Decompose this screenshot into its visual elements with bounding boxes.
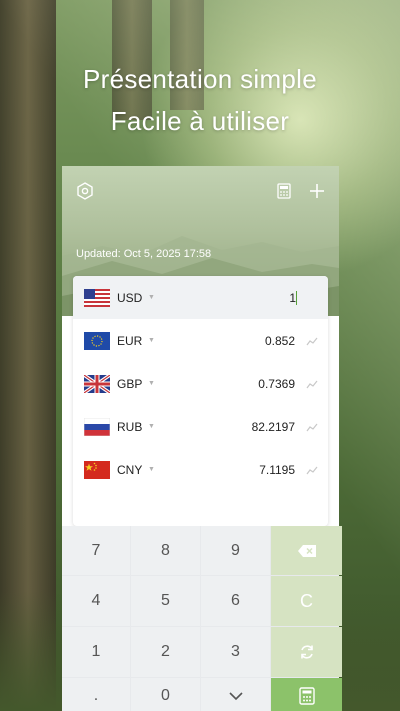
converted-value: 0.7369: [258, 376, 295, 391]
currency-row-eur[interactable]: EUR ▼ 0.852: [73, 319, 328, 362]
key-4[interactable]: 4: [62, 576, 130, 626]
key-7[interactable]: 7: [62, 526, 130, 575]
calculator-icon: [298, 687, 315, 705]
converted-value: 0.852: [264, 333, 295, 348]
ru-flag-icon: [84, 417, 110, 436]
us-flag-icon: [84, 288, 110, 307]
promo-line-2: Facile à utiliser: [110, 106, 290, 136]
dropdown-caret-icon[interactable]: ▼: [148, 466, 155, 473]
currency-code: CNY: [117, 462, 143, 477]
dropdown-caret-icon[interactable]: ▼: [148, 337, 155, 344]
clear-button[interactable]: C: [271, 576, 342, 626]
key-8[interactable]: 8: [131, 526, 200, 575]
trend-chart-icon[interactable]: [306, 336, 318, 346]
currency-row-usd[interactable]: USD ▼ 1: [73, 276, 328, 319]
key-3[interactable]: 3: [201, 627, 270, 677]
calculator-icon[interactable]: [275, 182, 293, 200]
key-5[interactable]: 5: [131, 576, 200, 626]
promo-headline: Présentation simple Facile à utiliser: [0, 58, 400, 142]
amount-input[interactable]: 1: [289, 291, 296, 305]
text-cursor: [296, 290, 297, 305]
cn-flag-icon: [84, 460, 110, 479]
currency-code: USD: [117, 290, 143, 305]
calculator-mode-button[interactable]: [271, 678, 342, 711]
currency-row-gbp[interactable]: GBP ▼ 0.7369: [73, 362, 328, 405]
collapse-keypad-button[interactable]: [201, 678, 270, 711]
key-6[interactable]: 6: [201, 576, 270, 626]
backspace-icon: [297, 544, 316, 557]
currency-code: GBP: [117, 376, 143, 391]
gb-flag-icon: [84, 374, 110, 393]
add-icon[interactable]: [308, 182, 326, 200]
settings-icon[interactable]: [76, 182, 94, 200]
converted-value: 7.1195: [259, 462, 295, 477]
key-dot[interactable]: .: [62, 678, 130, 711]
trend-chart-icon[interactable]: [306, 422, 318, 432]
currency-code: RUB: [117, 419, 143, 434]
updated-timestamp: Updated: Oct 5, 2025 17:58: [76, 248, 212, 260]
currency-code: EUR: [117, 333, 143, 348]
key-2[interactable]: 2: [131, 627, 200, 677]
trend-chart-icon[interactable]: [306, 379, 318, 389]
numeric-keypad: 7 8 9 4 5 6 C 1 2 3 . 0: [62, 526, 342, 711]
dropdown-caret-icon[interactable]: ▼: [148, 423, 155, 430]
eu-flag-icon: [84, 331, 110, 350]
currency-list: USD ▼ 1 EUR ▼ 0.852 GBP ▼ 0.7369 RUB ▼ 8…: [73, 276, 328, 526]
promo-line-1: Présentation simple: [82, 64, 318, 94]
key-1[interactable]: 1: [62, 627, 130, 677]
trend-chart-icon[interactable]: [306, 465, 318, 475]
converted-value: 82.2197: [251, 419, 295, 434]
refresh-icon: [300, 645, 313, 659]
currency-row-rub[interactable]: RUB ▼ 82.2197: [73, 405, 328, 448]
key-9[interactable]: 9: [201, 526, 270, 575]
dropdown-caret-icon[interactable]: ▼: [148, 380, 155, 387]
backspace-button[interactable]: [271, 526, 342, 575]
chevron-down-icon: [228, 692, 243, 701]
key-0[interactable]: 0: [131, 678, 200, 711]
currency-row-cny[interactable]: CNY ▼ 7.1195: [73, 448, 328, 491]
refresh-button[interactable]: [271, 627, 342, 677]
dropdown-caret-icon[interactable]: ▼: [148, 294, 155, 301]
